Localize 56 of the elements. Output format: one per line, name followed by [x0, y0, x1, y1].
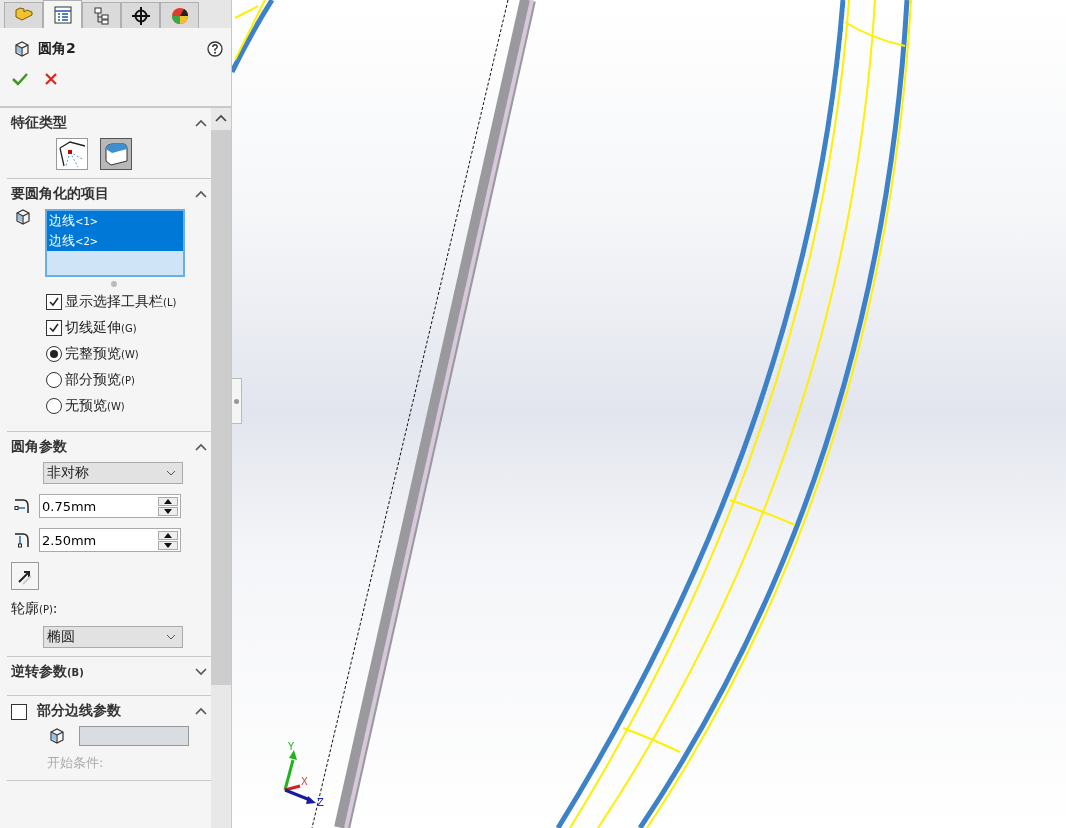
profile-label: 轮廓(P):: [11, 600, 59, 618]
resize-handle[interactable]: [111, 281, 117, 287]
checkbox-label: 显示选择工具栏(L): [65, 293, 177, 311]
property-list-icon: [53, 5, 72, 24]
edge-field[interactable]: [79, 726, 189, 746]
constant-fillet-icon: [58, 140, 86, 168]
edge-list-item[interactable]: 边线<1>: [47, 211, 183, 231]
section-title: 部分边线参数: [37, 702, 122, 720]
help-icon[interactable]: [207, 41, 223, 57]
section-title: 逆转参数(B): [11, 663, 85, 681]
section-title: 要圆角化的项目: [11, 185, 110, 203]
radio-button[interactable]: [46, 346, 62, 362]
panel-tab[interactable]: [160, 2, 199, 28]
radio-label: 完整预览(W): [65, 345, 139, 363]
axis-triad-drawing: Y X Z: [283, 741, 324, 808]
edge-selection-icon: [49, 728, 65, 744]
profile-dropdown[interactable]: 椭圆: [43, 626, 183, 648]
flip-direction-button[interactable]: [11, 562, 39, 590]
caret-up-icon: [215, 114, 227, 122]
panel-splitter-handle[interactable]: [232, 378, 242, 424]
crosshair-icon: [131, 6, 150, 25]
radio-button[interactable]: [46, 372, 62, 388]
caret-icon[interactable]: [195, 190, 207, 198]
section-title: 圆角参数: [11, 438, 68, 456]
feature-title: 圆角2: [38, 40, 77, 58]
checkbox[interactable]: [11, 703, 27, 720]
fillet-icon: [103, 141, 129, 167]
chevron-down-icon: [166, 634, 176, 640]
fillet-feature-icon: [14, 41, 30, 57]
caret-icon[interactable]: [195, 443, 207, 451]
edge-list[interactable]: 边线<1> 边线<2>: [45, 209, 185, 277]
caret-icon[interactable]: [195, 707, 207, 715]
checkbox[interactable]: [46, 320, 62, 336]
graphics-viewport[interactable]: Y X Z: [232, 0, 1066, 828]
scrollbar-thumb[interactable]: [211, 130, 231, 685]
section-title: 特征类型: [11, 114, 68, 132]
radio-button[interactable]: [46, 398, 62, 414]
method-dropdown[interactable]: 非对称: [43, 462, 183, 484]
radio-label: 无预览(W): [65, 397, 125, 415]
fillet-type-button[interactable]: [100, 138, 132, 170]
checkbox-label: 切线延伸(G): [65, 319, 137, 337]
start-condition-label: 开始条件:: [47, 754, 105, 772]
distance-icon: [13, 497, 31, 515]
color-wheel-icon: [170, 6, 189, 25]
checkbox[interactable]: [46, 294, 62, 310]
distance-icon: [13, 531, 31, 549]
scrollbar[interactable]: [211, 108, 231, 828]
chevron-down-icon: [166, 470, 176, 476]
edge-selection-icon: [15, 209, 31, 225]
caret-icon[interactable]: [195, 668, 207, 676]
radio-label: 部分预览(P): [65, 371, 135, 389]
caret-icon[interactable]: [195, 119, 207, 127]
edge-list-item[interactable]: 边线<2>: [47, 231, 183, 251]
tree-icon: [93, 6, 110, 25]
panel-tab[interactable]: [121, 2, 160, 28]
fillet-type-button[interactable]: [56, 138, 88, 170]
